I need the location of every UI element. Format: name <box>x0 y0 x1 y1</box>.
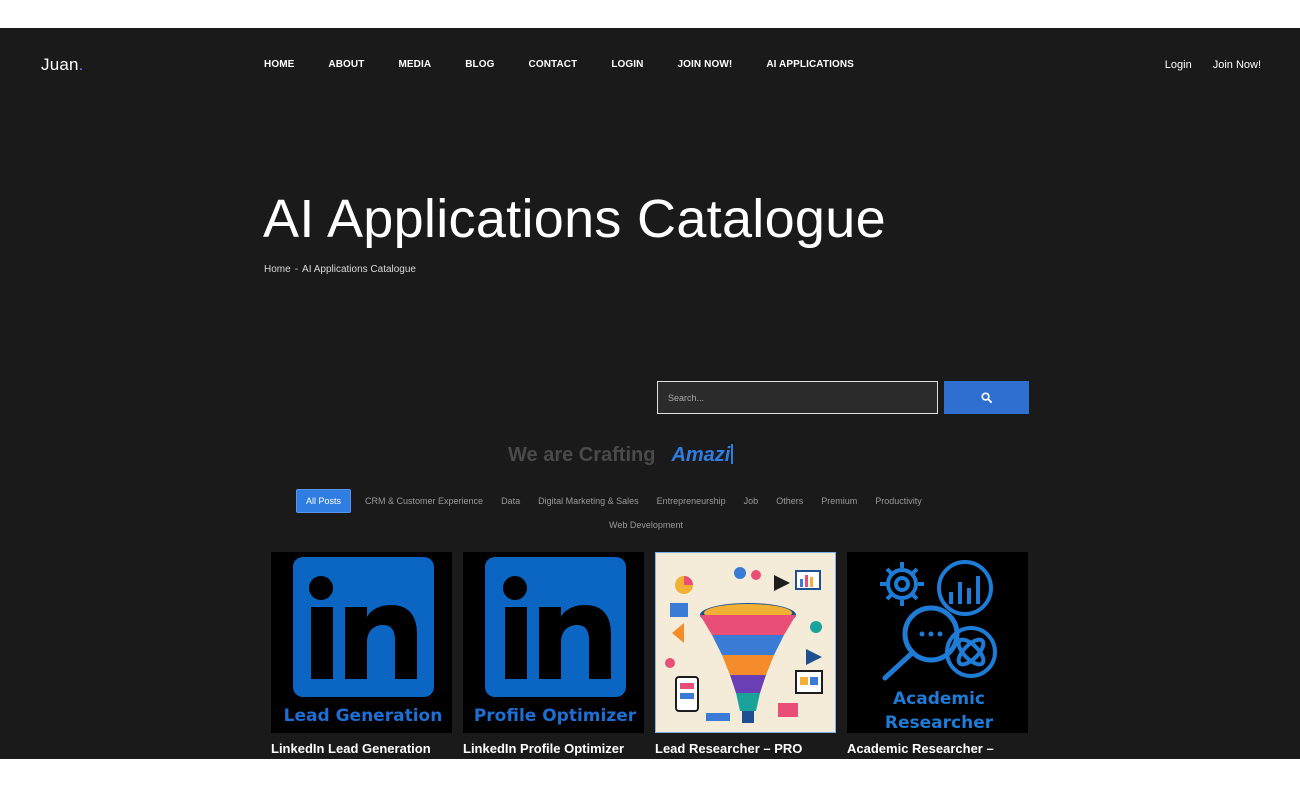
card-thumbnail[interactable]: Profile Optimizer <box>463 552 644 733</box>
filter-others[interactable]: Others <box>767 490 812 512</box>
nav-media[interactable]: MEDIA <box>398 59 431 70</box>
card-title[interactable]: LinkedIn Profile Optimizer <box>463 741 644 756</box>
app-card-grid: Lead Generation LinkedIn Lead Generation… <box>271 552 1028 756</box>
page-title: AI Applications Catalogue <box>263 189 886 249</box>
breadcrumb: Home - AI Applications Catalogue <box>264 264 416 275</box>
card-title[interactable]: Academic Researcher – <box>847 741 1028 756</box>
page: Juan. HOME ABOUT MEDIA BLOG CONTACT LOGI… <box>0 28 1300 759</box>
academic-research-illustration: Academic Researcher <box>847 552 1028 733</box>
app-card[interactable]: Academic Researcher Academic Researcher … <box>847 552 1028 756</box>
card-title[interactable]: Lead Researcher – PRO <box>655 741 836 756</box>
nav-login[interactable]: LOGIN <box>611 59 643 70</box>
card-image-caption: Researcher <box>885 713 994 733</box>
card-image-caption: Academic <box>893 689 985 709</box>
search-input[interactable] <box>657 381 938 414</box>
app-card[interactable]: Profile Optimizer LinkedIn Profile Optim… <box>463 552 644 756</box>
nav-blog[interactable]: BLOG <box>465 59 494 70</box>
nav-contact[interactable]: CONTACT <box>529 59 578 70</box>
filter-data[interactable]: Data <box>492 490 529 512</box>
logo-text: Juan <box>41 55 79 74</box>
nav-ai-applications[interactable]: AI APPLICATIONS <box>766 59 854 70</box>
filter-row: Web Development <box>600 514 692 536</box>
filter-crm[interactable]: CRM & Customer Experience <box>356 490 492 512</box>
linkedin-logo-icon: Profile Optimizer <box>463 552 644 733</box>
filter-entrepreneurship[interactable]: Entrepreneurship <box>648 490 735 512</box>
crafting-typed-text: Amazi <box>671 444 731 466</box>
search-icon <box>981 392 992 403</box>
card-title[interactable]: LinkedIn Lead Generation <box>271 741 452 756</box>
app-card[interactable]: Lead Generation LinkedIn Lead Generation <box>271 552 452 756</box>
logo-dot: . <box>78 55 84 74</box>
crafting-headline: We are Crafting Amazi <box>508 441 734 467</box>
filter-web-development[interactable]: Web Development <box>600 514 692 536</box>
filter-row: All Posts CRM & Customer Experience Data… <box>296 489 1006 513</box>
breadcrumb-home[interactable]: Home <box>264 264 291 275</box>
nav-join-now[interactable]: JOIN NOW! <box>678 59 733 70</box>
header-account-links: Login Join Now! <box>1165 59 1261 71</box>
main-nav: HOME ABOUT MEDIA BLOG CONTACT LOGIN JOIN… <box>264 59 888 70</box>
nav-about[interactable]: ABOUT <box>328 59 364 70</box>
card-image-caption: Profile Optimizer <box>474 706 637 726</box>
header-join-link[interactable]: Join Now! <box>1213 59 1261 71</box>
card-image-caption: Lead Generation <box>284 706 443 726</box>
marketing-funnel-illustration <box>656 553 835 732</box>
app-card[interactable]: Lead Researcher – PRO <box>655 552 836 756</box>
typing-caret <box>731 444 734 464</box>
crafting-static-text: We are Crafting <box>508 444 656 466</box>
breadcrumb-separator: - <box>294 264 299 275</box>
header-login-link[interactable]: Login <box>1165 59 1192 71</box>
category-filters: All Posts CRM & Customer Experience Data… <box>296 489 1006 530</box>
filter-all-posts[interactable]: All Posts <box>296 489 352 513</box>
filter-digital-marketing[interactable]: Digital Marketing & Sales <box>529 490 648 512</box>
card-thumbnail[interactable]: Lead Generation <box>271 552 452 733</box>
filter-productivity[interactable]: Productivity <box>866 490 931 512</box>
search-button[interactable] <box>944 381 1029 414</box>
linkedin-logo-icon: Lead Generation <box>271 552 452 733</box>
card-thumbnail[interactable]: Academic Researcher <box>847 552 1028 733</box>
filter-premium[interactable]: Premium <box>812 490 866 512</box>
nav-home[interactable]: HOME <box>264 59 294 70</box>
site-logo[interactable]: Juan. <box>41 55 84 75</box>
breadcrumb-current: AI Applications Catalogue <box>302 264 416 275</box>
card-thumbnail[interactable] <box>655 552 836 733</box>
filter-job[interactable]: Job <box>735 490 768 512</box>
